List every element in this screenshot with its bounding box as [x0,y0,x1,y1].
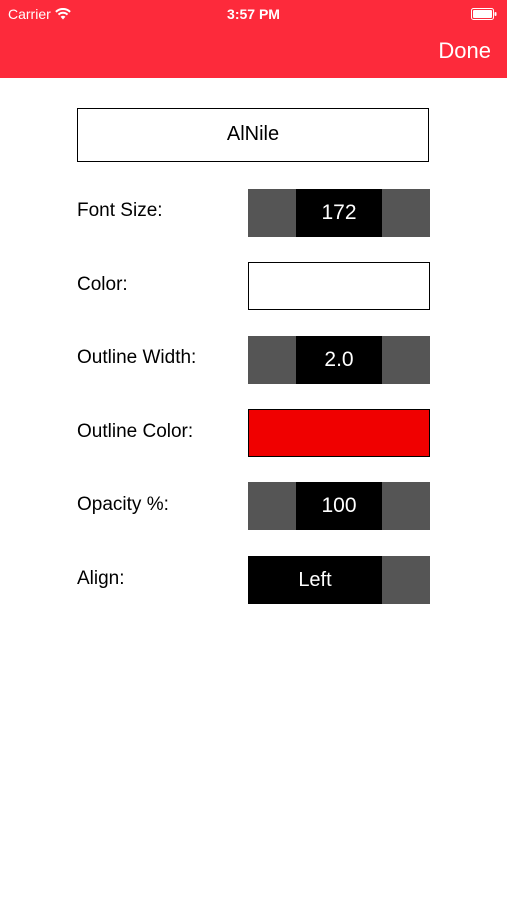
opacity-increment-button[interactable] [382,482,430,530]
font-name-field[interactable]: AlNile [77,108,429,162]
outline-width-value: 2.0 [296,336,382,384]
done-button[interactable]: Done [438,38,491,64]
opacity-decrement-button[interactable] [248,482,296,530]
align-label: Align: [77,568,125,589]
outline-width-label: Outline Width: [77,347,197,368]
outline-color-label: Outline Color: [77,421,194,442]
outline-width-decrement-button[interactable] [248,336,296,384]
opacity-value: 100 [296,482,382,530]
battery-icon [471,8,497,20]
align-value: Left [248,556,382,604]
color-label: Color: [77,274,128,295]
font-size-value: 172 [296,189,382,237]
font-size-label: Font Size: [77,200,163,221]
font-size-stepper: 172 [248,189,430,237]
navigation-bar: Carrier 3:57 PM Done [0,0,507,78]
align-selector[interactable]: Left [248,556,430,604]
outline-width-stepper: 2.0 [248,336,430,384]
opacity-label: Opacity %: [77,494,169,515]
opacity-stepper: 100 [248,482,430,530]
font-size-decrement-button[interactable] [248,189,296,237]
status-time: 3:57 PM [227,6,280,22]
outline-color-swatch[interactable] [248,409,430,457]
settings-screen: Carrier 3:57 PM Done AlNile Font Size: 1… [0,0,507,900]
align-toggle-button[interactable] [382,556,430,604]
font-size-increment-button[interactable] [382,189,430,237]
color-swatch[interactable] [248,262,430,310]
outline-width-increment-button[interactable] [382,336,430,384]
status-bar: Carrier 3:57 PM [0,0,507,28]
